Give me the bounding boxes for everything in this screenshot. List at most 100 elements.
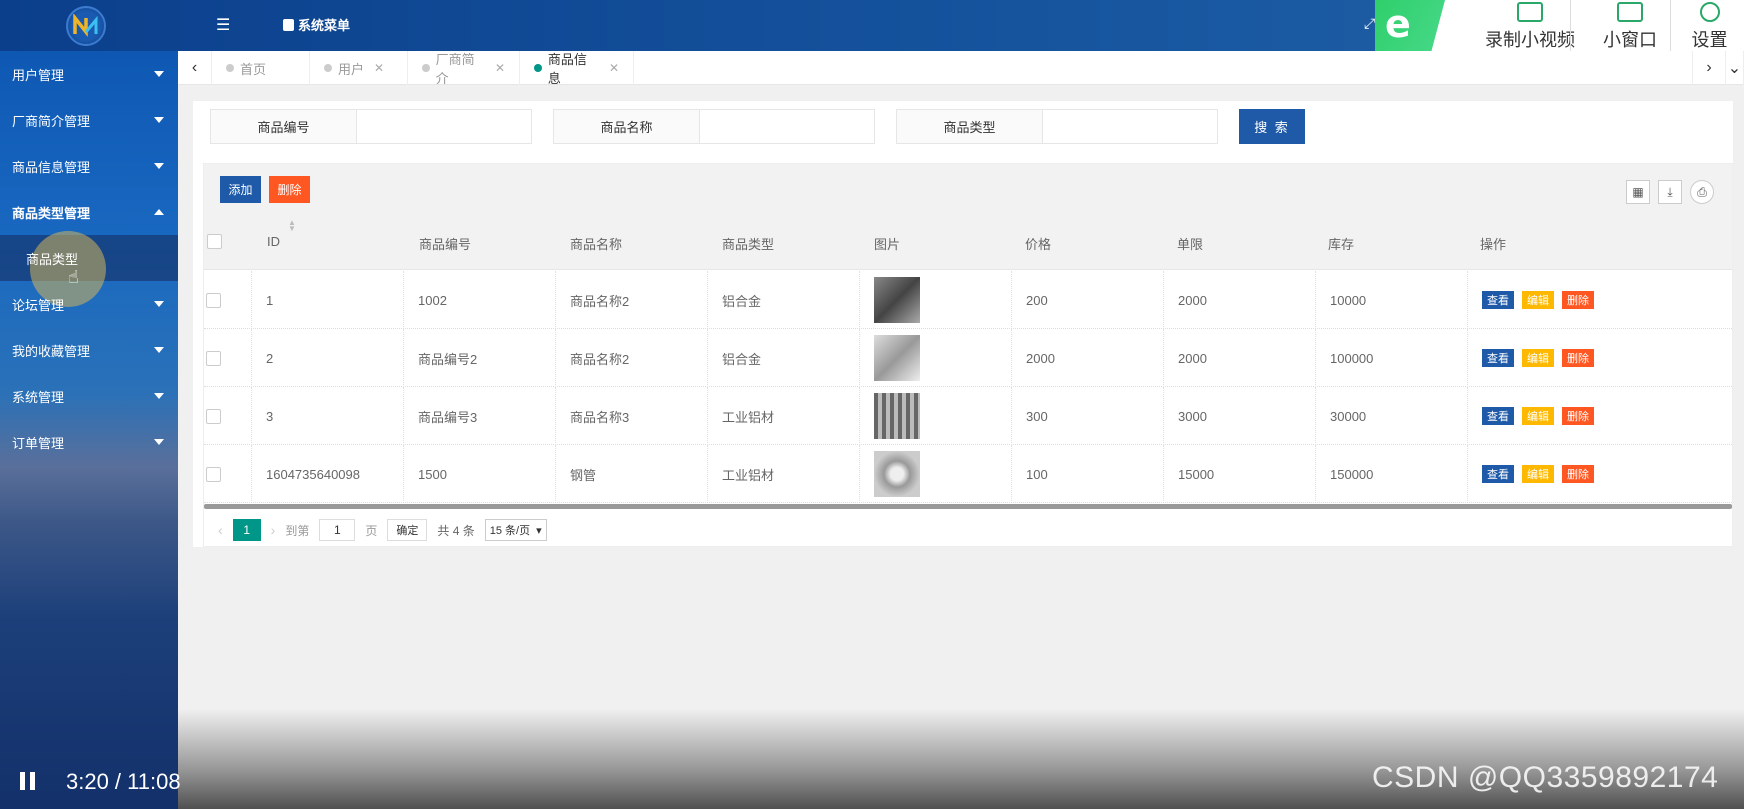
row-checkbox-cell [204,271,252,329]
sidebar-item-system-management[interactable]: 系统管理 [0,373,178,419]
column-header-name: 商品名称 [570,237,623,252]
current-page[interactable]: 1 [232,519,261,541]
cell-stock: 30000 [1316,387,1468,445]
cell-actions: 查看 编辑 删除 [1468,387,1732,445]
export-icon[interactable]: ⤓ [1658,180,1682,204]
row-checkbox[interactable] [206,408,221,424]
select-all-checkbox[interactable] [207,234,222,249]
gear-icon [1699,2,1720,22]
fullscreen-icon[interactable]: ⤢ [1364,15,1375,32]
sort-icon[interactable]: ▲ ▼ [288,219,296,233]
next-page-icon[interactable]: › [271,522,276,538]
watermark: CSDN @QQ3359892174 [1372,761,1719,794]
tab-scroll-right-icon[interactable]: › [1692,51,1726,85]
edit-button[interactable]: 编辑 [1522,349,1554,367]
tab-dot [324,64,332,72]
sidebar-item-vendor-management[interactable]: 厂商简介管理 [0,97,178,143]
close-icon[interactable]: ✕ [609,61,619,75]
product-thumbnail[interactable] [874,451,920,497]
column-header-id[interactable]: ID [267,234,280,249]
row-checkbox[interactable] [206,466,221,482]
divider [1570,0,1571,58]
product-code-input[interactable] [357,110,531,143]
delete-button[interactable]: 删除 [1562,465,1594,483]
table-row: 1 1002 商品名称2 铝合金 200 2000 10000 查看 编辑 删除 [204,271,1732,329]
confirm-page-button[interactable]: 确定 [387,519,428,541]
page-size-select[interactable]: 15 条/页 ▾ [484,519,547,541]
product-name-input[interactable] [700,110,874,143]
tab-home[interactable]: 首页 [212,51,310,85]
caret-down-icon [154,71,164,77]
cell-code: 商品编号3 [404,387,556,445]
settings-button[interactable]: 设置 [1675,0,1744,58]
edit-button[interactable]: 编辑 [1522,407,1554,425]
delete-button[interactable]: 删除 [1562,291,1594,309]
total-count: 共 4 条 [437,523,475,538]
sidebar-item-forum-management[interactable]: 论坛管理 [0,281,178,327]
view-button[interactable]: 查看 [1482,291,1514,309]
goto-label: 到第 [285,523,310,538]
bulk-delete-button[interactable]: 删除 [269,176,310,203]
page-input[interactable]: 1 [319,519,356,541]
main-panel: 商品编号 商品名称 商品类型 搜 索 添加 删除 ▦ ⤓ ⎙ ID ▲ ▼ 商品编… [193,101,1733,547]
menu-toggle-icon[interactable]: ☰ [216,15,230,35]
sidebar-item-user-management[interactable]: 用户管理 [0,51,178,97]
sidebar-item-product-type-management[interactable]: 商品类型管理 [0,189,178,235]
product-thumbnail[interactable] [874,335,920,381]
cell-image [860,329,1012,387]
row-checkbox-cell [204,387,252,445]
system-menu-button[interactable]: 系统菜单 [283,15,350,34]
row-checkbox[interactable] [206,292,221,308]
tab-users[interactable]: 用户 ✕ [310,51,408,85]
table-header: ID ▲ ▼ 商品编号 商品名称 商品类型 图片 价格 单限 库存 操作 [204,214,1732,270]
columns-icon[interactable]: ▦ [1626,180,1650,204]
cell-stock: 10000 [1316,271,1468,329]
search-field-product-name: 商品名称 [553,109,875,144]
search-button[interactable]: 搜 索 [1239,109,1305,144]
tab-vendor-intro[interactable]: 厂商简介 ✕ [408,51,520,86]
sidebar-item-label: 系统管理 [12,389,65,405]
recorder-toolbar: e 录制小视频 小窗口 设置 [1375,0,1744,58]
search-label: 商品类型 [897,110,1043,143]
caret-down-icon [154,439,164,445]
product-type-input[interactable] [1043,110,1217,143]
caret-down-icon [154,117,164,123]
cell-name: 商品名称2 [556,271,708,329]
sidebar-item-label: 商品信息管理 [12,159,91,175]
column-header-image: 图片 [874,237,901,252]
mini-window-button[interactable]: 小窗口 [1575,0,1685,58]
edit-button[interactable]: 编辑 [1522,465,1554,483]
view-button[interactable]: 查看 [1482,465,1514,483]
prev-page-icon[interactable]: ‹ [218,522,223,538]
table-row: 2 商品编号2 商品名称2 铝合金 2000 2000 100000 查看 编辑… [204,329,1732,387]
horizontal-scrollbar[interactable] [204,504,1732,509]
sidebar-item-order-management[interactable]: 订单管理 [0,419,178,465]
delete-button[interactable]: 删除 [1562,349,1594,367]
tab-product-info[interactable]: 商品信息 ✕ [520,51,634,86]
close-icon[interactable]: ✕ [495,61,505,75]
close-icon[interactable]: ✕ [374,61,384,75]
row-checkbox-cell [204,329,252,387]
table-row: 3 商品编号3 商品名称3 工业铝材 300 3000 30000 查看 编辑 … [204,387,1732,445]
sidebar-item-label: 论坛管理 [12,297,65,313]
tab-scroll-left-icon[interactable]: ‹ [178,51,212,85]
delete-button[interactable]: 删除 [1562,407,1594,425]
view-button[interactable]: 查看 [1482,407,1514,425]
cell-actions: 查看 编辑 删除 [1468,445,1732,503]
edit-button[interactable]: 编辑 [1522,291,1554,309]
tab-menu-chevron-down-icon[interactable]: ⌄ [1726,51,1744,85]
product-thumbnail[interactable] [874,277,920,323]
product-thumbnail[interactable] [874,393,920,439]
sidebar-item-product-info-management[interactable]: 商品信息管理 [0,143,178,189]
view-button[interactable]: 查看 [1482,349,1514,367]
tab-label: 商品信息 [547,52,587,86]
print-icon[interactable]: ⎙ [1690,180,1714,204]
pause-icon[interactable] [20,772,38,790]
add-button[interactable]: 添加 [220,176,261,203]
sidebar-item-label: 厂商简介管理 [12,113,91,129]
sidebar-item-favorites-management[interactable]: 我的收藏管理 [0,327,178,373]
playback-time: 3:20 / 11:08 [66,769,181,794]
row-checkbox[interactable] [206,350,221,366]
tab-bar: ‹ 首页 用户 ✕ 厂商简介 ✕ 商品信息 ✕ › ⌄ [178,51,1744,86]
search-label: 商品编号 [211,110,357,143]
